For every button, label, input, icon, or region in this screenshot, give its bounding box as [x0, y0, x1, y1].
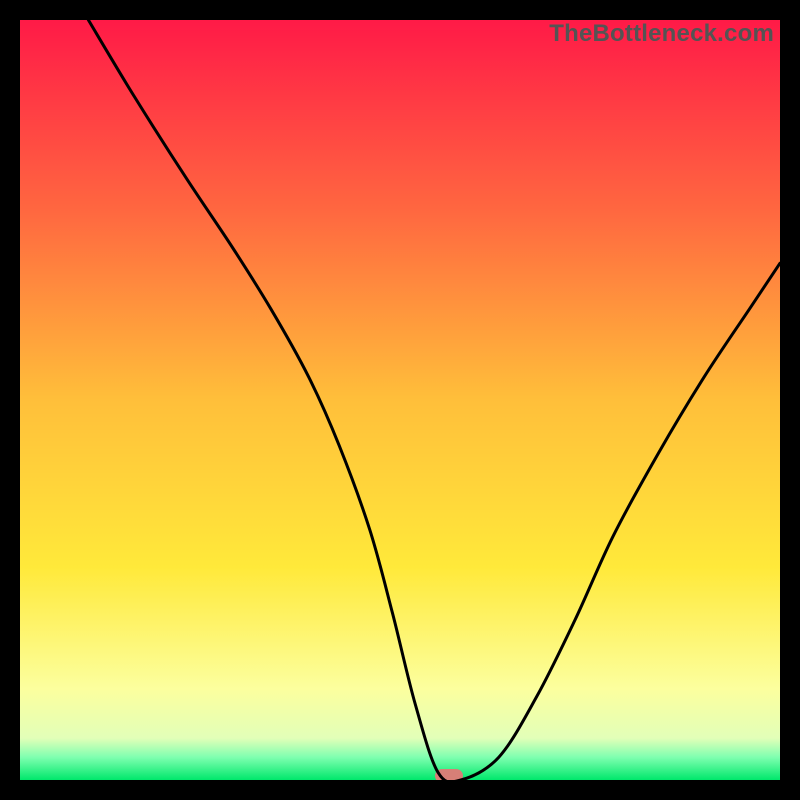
heatmap-gradient: [20, 20, 780, 780]
optimal-point-marker: [435, 769, 463, 780]
chart-frame: TheBottleneck.com: [20, 20, 780, 780]
